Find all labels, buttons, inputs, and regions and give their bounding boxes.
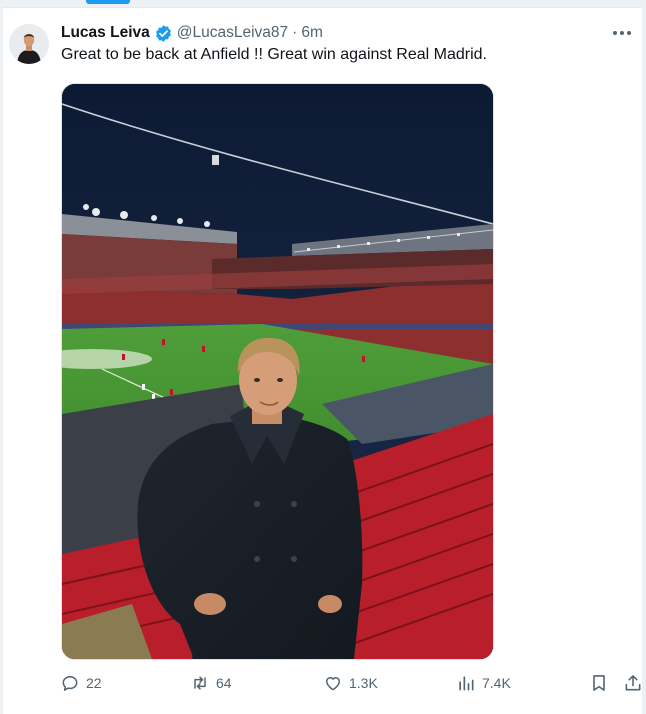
retweet-icon — [194, 676, 206, 690]
bookmark-icon — [593, 675, 605, 691]
avatar[interactable] — [9, 24, 49, 64]
like-count: 1.3K — [349, 675, 378, 691]
reply-count: 22 — [86, 675, 102, 691]
tweet-photo[interactable] — [61, 83, 494, 660]
timestamp[interactable]: 6m — [301, 24, 323, 42]
author-handle[interactable]: @LucasLeiva87 — [177, 24, 288, 42]
verified-badge-icon[interactable] — [154, 24, 173, 43]
share-icon — [625, 675, 641, 691]
reply-icon — [62, 676, 78, 691]
top-accent-bar — [86, 0, 130, 4]
left-frame — [0, 0, 3, 714]
views-count: 7.4K — [482, 675, 511, 691]
top-frame — [0, 0, 646, 8]
bookmark-button[interactable] — [589, 670, 615, 696]
separator-dot: · — [292, 24, 298, 41]
author-name[interactable]: Lucas Leiva — [61, 24, 150, 42]
heart-icon — [326, 677, 340, 691]
reply-button[interactable]: 22 — [60, 670, 102, 696]
share-button[interactable] — [623, 670, 646, 696]
right-frame — [642, 0, 646, 714]
retweet-count: 64 — [216, 675, 232, 691]
tweet-text: Great to be back at Anfield !! Great win… — [61, 46, 487, 63]
tweet-actions: 22 64 1.3K 7.4K — [52, 670, 646, 696]
retweet-button[interactable]: 64 — [190, 670, 232, 696]
views-button[interactable]: 7.4K — [456, 670, 511, 696]
views-bar-chart-icon — [459, 676, 474, 691]
like-button[interactable]: 1.3K — [323, 670, 378, 696]
tweet-header: Lucas Leiva @LucasLeiva87 · 6m — [61, 22, 323, 44]
more-dots-icon[interactable] — [610, 24, 634, 42]
